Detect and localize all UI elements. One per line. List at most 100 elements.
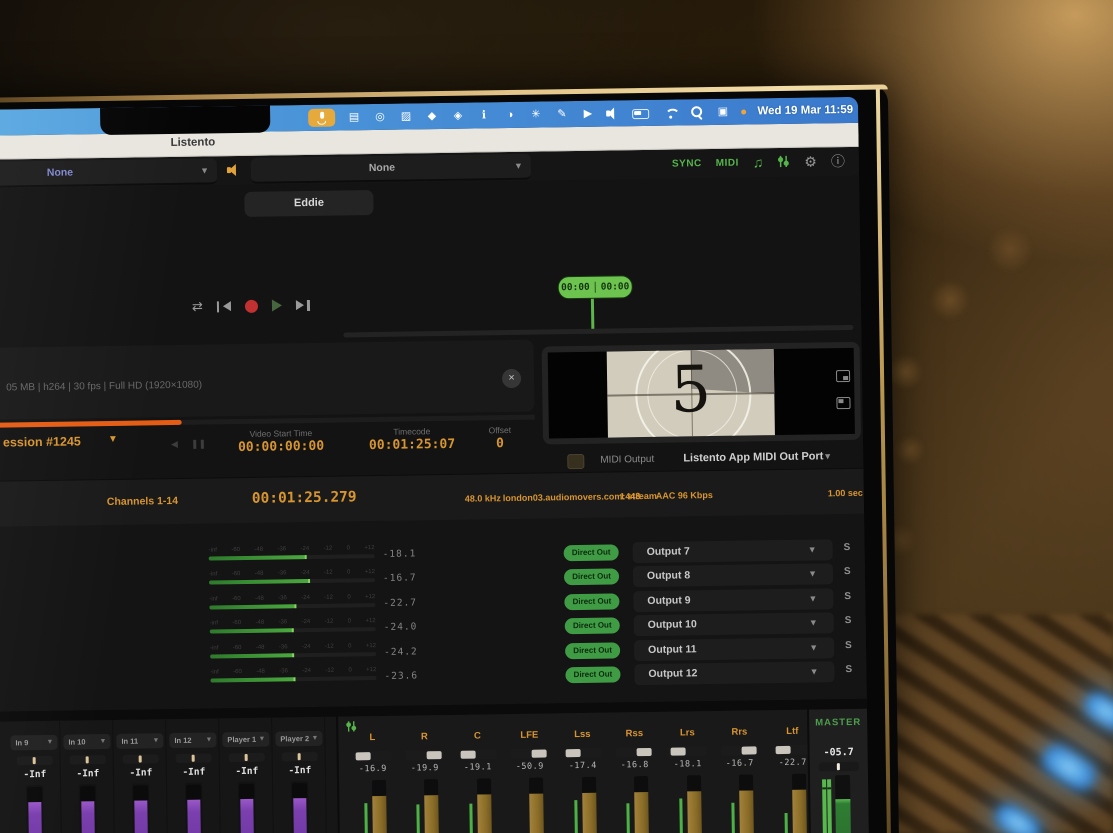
fader-track[interactable] bbox=[26, 785, 44, 833]
input-select[interactable]: In 11▼ bbox=[116, 733, 163, 749]
output-select[interactable]: Output 9▼ bbox=[633, 588, 833, 612]
input-select[interactable]: Player 2▼ bbox=[275, 731, 322, 747]
fader-track[interactable] bbox=[238, 782, 256, 833]
pan-slider[interactable] bbox=[354, 751, 392, 762]
pan-slider[interactable] bbox=[229, 753, 265, 763]
pan-thumb[interactable] bbox=[566, 749, 581, 757]
pan-slider[interactable] bbox=[669, 746, 707, 757]
fader-track[interactable] bbox=[185, 783, 203, 833]
fader-track[interactable] bbox=[721, 774, 760, 833]
fader-track[interactable] bbox=[79, 784, 97, 833]
midi-output-checkbox[interactable] bbox=[567, 454, 584, 469]
pan-thumb[interactable] bbox=[637, 748, 652, 756]
battery-icon[interactable] bbox=[632, 105, 652, 120]
wifi-icon[interactable] bbox=[663, 105, 678, 120]
pan-thumb[interactable] bbox=[776, 746, 791, 754]
fader-handle[interactable] bbox=[27, 787, 42, 802]
fader-track[interactable] bbox=[564, 777, 603, 833]
output-select[interactable]: Output 8▼ bbox=[633, 563, 833, 587]
output-select[interactable]: Output 12▼ bbox=[634, 661, 834, 685]
music-note-icon[interactable]: ♫ bbox=[753, 155, 764, 169]
fader-track[interactable] bbox=[669, 775, 708, 833]
search-icon[interactable] bbox=[689, 105, 704, 120]
record-button[interactable] bbox=[245, 299, 258, 312]
fader-track[interactable] bbox=[291, 781, 309, 833]
user-switch-icon[interactable]: ▣ bbox=[715, 104, 730, 119]
master-fader[interactable] bbox=[835, 799, 851, 833]
fader-handle[interactable] bbox=[582, 777, 596, 793]
info-icon[interactable]: ⓘ bbox=[831, 154, 845, 168]
chat-icon[interactable]: ◆ bbox=[424, 109, 439, 124]
pan-thumb[interactable] bbox=[532, 750, 547, 758]
pan-slider[interactable] bbox=[616, 747, 654, 758]
pan-thumb[interactable] bbox=[742, 746, 757, 754]
solo-button[interactable]: S bbox=[845, 615, 852, 626]
output-device-select[interactable]: None ▼ bbox=[251, 154, 531, 184]
fader-track[interactable] bbox=[132, 783, 150, 833]
clip-icon[interactable]: ✎ bbox=[554, 107, 569, 122]
direct-out-button[interactable]: Direct Out bbox=[564, 544, 619, 561]
master-pan-slider[interactable] bbox=[819, 762, 859, 772]
fader-handle[interactable] bbox=[792, 774, 806, 790]
play-button[interactable] bbox=[272, 299, 282, 311]
playhead-badge[interactable]: 00:00 00:00 bbox=[558, 275, 633, 299]
solo-button[interactable]: S bbox=[844, 591, 851, 602]
output-select[interactable]: Output 7▼ bbox=[633, 539, 833, 563]
skip-back-button[interactable] bbox=[217, 301, 231, 312]
midi-button[interactable]: MIDI bbox=[716, 157, 739, 168]
fader-handle[interactable] bbox=[239, 784, 254, 799]
fader-handle[interactable] bbox=[424, 779, 438, 795]
fader-track[interactable] bbox=[354, 780, 393, 833]
session-select[interactable]: ession #1245 bbox=[3, 434, 81, 449]
offset-field[interactable]: Offset 0 bbox=[470, 425, 530, 452]
chevron-down-icon[interactable]: ▼ bbox=[823, 451, 832, 461]
master-fader-handle[interactable] bbox=[835, 775, 850, 799]
pan-thumb[interactable] bbox=[427, 751, 442, 759]
output-select[interactable]: Output 10▼ bbox=[634, 612, 834, 636]
solo-button[interactable]: S bbox=[845, 664, 852, 675]
input-select[interactable]: Player 1▼ bbox=[222, 732, 269, 748]
menubar-clock[interactable]: Wed 19 Mar 11:59 bbox=[757, 104, 853, 117]
pan-slider[interactable] bbox=[123, 754, 159, 764]
pan-slider[interactable] bbox=[564, 748, 602, 759]
skip-forward-button[interactable] bbox=[296, 299, 310, 310]
direct-out-button[interactable]: Direct Out bbox=[564, 593, 619, 610]
fader-track[interactable] bbox=[511, 777, 550, 833]
video-preview[interactable]: 5 bbox=[548, 348, 855, 439]
direct-out-button[interactable]: Direct Out bbox=[565, 617, 620, 634]
sync-button[interactable]: SYNC bbox=[672, 158, 702, 169]
play-icon[interactable]: ▶ bbox=[580, 106, 595, 121]
direct-out-button[interactable]: Direct Out bbox=[565, 666, 620, 683]
loop-icon[interactable]: ⇄ bbox=[192, 299, 203, 315]
solo-button[interactable]: S bbox=[844, 542, 851, 553]
profile-button[interactable]: Eddie bbox=[244, 190, 373, 217]
fader-track[interactable] bbox=[459, 778, 498, 833]
fullscreen-icon[interactable] bbox=[836, 397, 850, 409]
chevron-down-icon[interactable]: ▼ bbox=[108, 434, 118, 445]
fader-handle[interactable] bbox=[634, 776, 648, 792]
gear-icon[interactable]: ⚙ bbox=[804, 154, 817, 168]
fader-handle[interactable] bbox=[529, 778, 543, 794]
fader-handle[interactable] bbox=[477, 778, 491, 794]
pan-slider[interactable] bbox=[511, 748, 549, 759]
fader-track[interactable] bbox=[616, 776, 655, 833]
pan-thumb[interactable] bbox=[356, 752, 371, 760]
input-select[interactable]: In 9▼ bbox=[10, 735, 57, 751]
pan-thumb[interactable] bbox=[461, 751, 476, 759]
browser-icon[interactable]: ◎ bbox=[372, 109, 387, 124]
pan-thumb[interactable] bbox=[671, 747, 686, 755]
pan-slider[interactable] bbox=[459, 749, 497, 760]
pan-slider[interactable] bbox=[176, 753, 212, 763]
files-icon[interactable]: ▨ bbox=[398, 109, 413, 124]
fader-handle[interactable] bbox=[80, 786, 95, 801]
fader-handle[interactable] bbox=[186, 785, 201, 800]
input-select[interactable]: In 12▼ bbox=[169, 732, 216, 748]
flower-icon[interactable]: ✳ bbox=[528, 107, 543, 122]
pan-slider[interactable] bbox=[17, 756, 53, 766]
solo-button[interactable]: S bbox=[844, 566, 851, 577]
fader-handle[interactable] bbox=[133, 785, 148, 800]
solo-button[interactable]: S bbox=[845, 640, 852, 651]
pan-slider[interactable] bbox=[70, 755, 106, 765]
fader-handle[interactable] bbox=[739, 774, 753, 790]
info-icon[interactable]: ℹ bbox=[476, 108, 491, 123]
